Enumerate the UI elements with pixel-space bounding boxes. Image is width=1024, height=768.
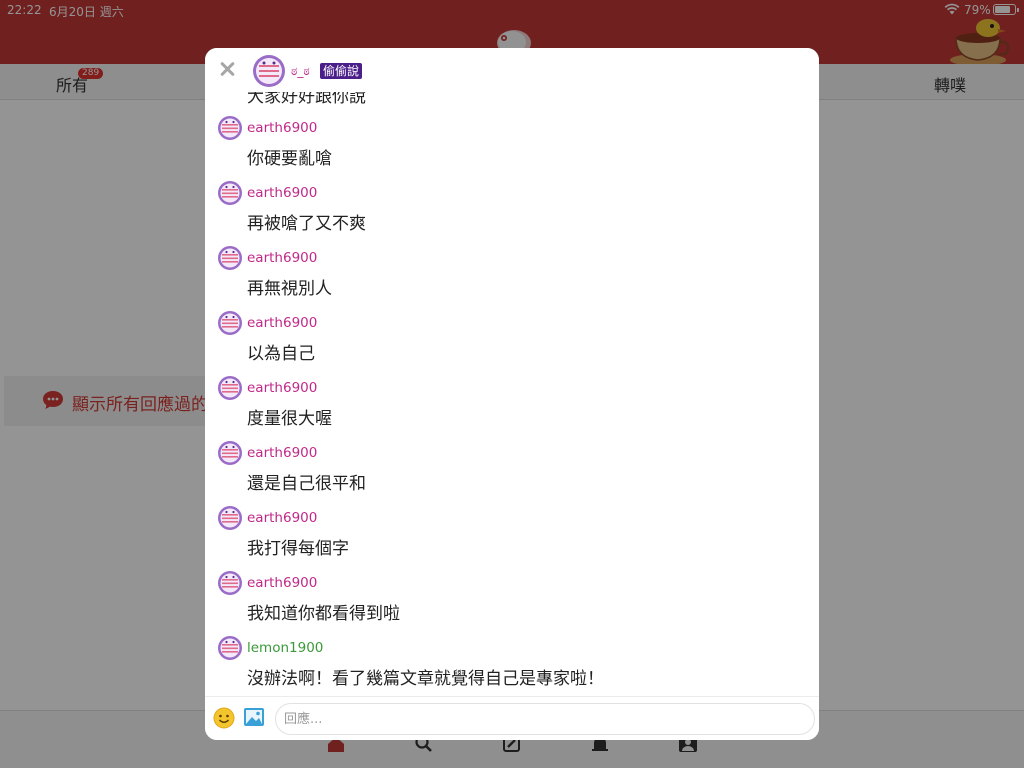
avatar[interactable] xyxy=(218,311,242,335)
response-text: 我打得每個字 xyxy=(247,539,349,559)
response-username[interactable]: earth6900 xyxy=(247,510,317,526)
response-item[interactable]: earth6900 以為自己 xyxy=(205,311,819,376)
partial-message-text: 大家好好跟你說 xyxy=(247,92,366,107)
response-text: 以為自己 xyxy=(247,344,315,364)
response-item[interactable]: earth6900 我打得每個字 xyxy=(205,506,819,571)
response-text: 沒辦法啊！看了幾篇文章就覺得自己是專家啦！ xyxy=(247,669,604,689)
avatar[interactable] xyxy=(218,181,242,205)
response-username[interactable]: earth6900 xyxy=(247,250,317,266)
response-item[interactable]: lemon1900 沒辦法啊！看了幾篇文章就覺得自己是專家啦！ xyxy=(205,636,819,696)
avatar xyxy=(253,55,285,87)
response-username[interactable]: earth6900 xyxy=(247,120,317,136)
anonymous-tag: 偷偷說 xyxy=(320,63,363,79)
response-username[interactable]: earth6900 xyxy=(247,315,317,331)
image-icon[interactable] xyxy=(243,707,265,727)
response-text: 再無視別人 xyxy=(247,279,332,299)
avatar[interactable] xyxy=(218,116,242,140)
poster-name[interactable]: ಠ_ಠ xyxy=(291,64,310,79)
response-item[interactable]: earth6900 我知道你都看得到啦 xyxy=(205,571,819,636)
response-text: 還是自己很平和 xyxy=(247,474,366,494)
avatar[interactable] xyxy=(218,246,242,270)
response-username[interactable]: earth6900 xyxy=(247,445,317,461)
response-text: 度量很大喔 xyxy=(247,409,332,429)
avatar[interactable] xyxy=(218,376,242,400)
response-item[interactable]: earth6900 再被嗆了又不爽 xyxy=(205,181,819,246)
response-text: 你硬要亂嗆 xyxy=(247,149,332,169)
reply-input[interactable] xyxy=(275,703,815,735)
response-username[interactable]: earth6900 xyxy=(247,575,317,591)
avatar[interactable] xyxy=(218,441,242,465)
avatar[interactable] xyxy=(218,571,242,595)
response-text: 再被嗆了又不爽 xyxy=(247,214,366,234)
modal-header: ಠ_ಠ 偷偷說 xyxy=(205,48,819,92)
response-username[interactable]: earth6900 xyxy=(247,380,317,396)
response-item[interactable]: earth6900 度量很大喔 xyxy=(205,376,819,441)
avatar[interactable] xyxy=(218,506,242,530)
response-list[interactable]: 大家好好跟你說 earth6900 你硬要亂嗆 earth6900 再被嗆了又不爽 ea… xyxy=(205,92,819,696)
response-item[interactable]: earth6900 你硬要亂嗆 xyxy=(205,116,819,181)
response-username[interactable]: earth6900 xyxy=(247,185,317,201)
response-modal: ಠ_ಠ 偷偷說 大家好好跟你說 earth6900 你硬要亂嗆 earth6900 再… xyxy=(205,48,819,740)
emoji-icon[interactable] xyxy=(213,707,235,729)
response-item[interactable]: earth6900 還是自己很平和 xyxy=(205,441,819,506)
response-text: 我知道你都看得到啦 xyxy=(247,604,400,624)
response-item[interactable]: earth6900 再無視別人 xyxy=(205,246,819,311)
reply-bar xyxy=(205,696,819,740)
avatar[interactable] xyxy=(218,636,242,660)
response-username[interactable]: lemon1900 xyxy=(247,640,323,656)
close-icon[interactable] xyxy=(219,61,235,77)
